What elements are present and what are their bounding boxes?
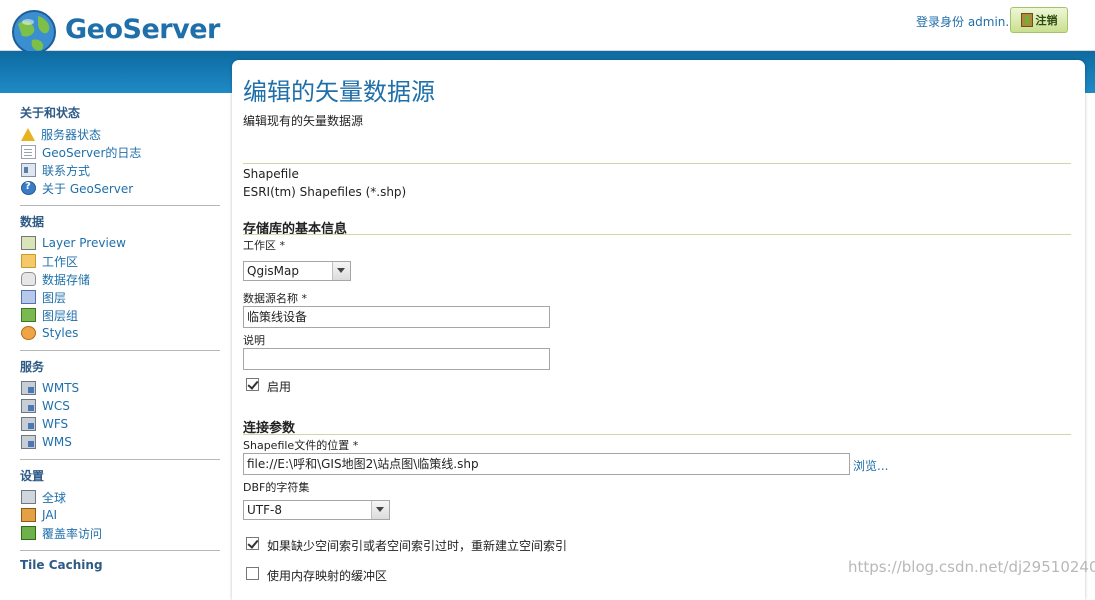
- sidebar-item-wcs[interactable]: WCS: [21, 398, 70, 414]
- section-divider: [20, 205, 220, 206]
- sidebar-item-label: JAI: [42, 508, 58, 522]
- logout-label: 注销: [1035, 14, 1058, 27]
- sidebar-item-label: 工作区: [42, 254, 79, 269]
- divider: [243, 163, 1071, 164]
- sidebar-item-layer-preview[interactable]: Layer Preview: [21, 235, 126, 251]
- sidebar-item-label: WMTS: [42, 381, 80, 395]
- sidebar-item-workspaces[interactable]: 工作区: [21, 253, 78, 269]
- help-icon: [21, 181, 36, 195]
- sidebar-item-label: 图层组: [42, 308, 79, 323]
- divider: [243, 434, 1071, 435]
- sidebar-item-label: 关于 GeoServer: [42, 181, 134, 196]
- sidebar-item-wfs[interactable]: WFS: [21, 416, 68, 432]
- sidebar-item-global[interactable]: 全球: [21, 489, 66, 505]
- store-name-label: 数据源名称 *: [243, 292, 307, 305]
- sidebar-section-about: 关于和状态: [20, 106, 81, 120]
- section-divider: [20, 350, 220, 351]
- description-input[interactable]: [243, 348, 550, 370]
- logout-icon: [1020, 13, 1033, 27]
- store-name-input[interactable]: 临策线设备: [243, 306, 550, 328]
- sidebar-item-label: WCS: [42, 399, 70, 413]
- sidebar-item-label: Styles: [42, 326, 79, 340]
- sidebar-item-label: 图层: [42, 290, 67, 305]
- jai-icon: [21, 508, 36, 522]
- sidebar-section-settings: 设置: [20, 469, 45, 483]
- section-divider: [20, 459, 220, 460]
- server-icon: [21, 490, 36, 504]
- sidebar-item-stores[interactable]: 数据存储: [21, 271, 90, 287]
- workspace-value: QgisMap: [247, 264, 299, 278]
- server-icon: [21, 399, 36, 413]
- sidebar-item-label: 数据存储: [42, 272, 91, 287]
- server-icon: [21, 417, 36, 431]
- sidebar-item-styles[interactable]: Styles: [21, 325, 78, 341]
- app-header: GeoServer 登录身份 admin. 注销: [0, 0, 1095, 54]
- chevron-down-icon: [332, 262, 350, 280]
- database-icon: [21, 272, 36, 286]
- sidebar-item-label: 联系方式: [42, 163, 91, 178]
- sidebar-item-layers[interactable]: 图层: [21, 289, 66, 305]
- main-panel: 编辑的矢量数据源 编辑现有的矢量数据源 Shapefile ESRI(tm) S…: [232, 60, 1085, 600]
- dbf-charset-select[interactable]: UTF-8: [243, 500, 390, 520]
- page-subtitle: 编辑现有的矢量数据源: [243, 114, 364, 128]
- coverage-icon: [21, 526, 36, 540]
- chevron-down-icon: [371, 501, 389, 519]
- logout-button[interactable]: 注销: [1010, 7, 1068, 33]
- store-type-description: ESRI(tm) Shapefiles (*.shp): [243, 185, 407, 199]
- sidebar-item-label: 服务器状态: [41, 127, 102, 142]
- sidebar-item-label: 全球: [42, 490, 67, 505]
- section-divider: [20, 550, 220, 551]
- workspace-select[interactable]: QgisMap: [243, 261, 351, 281]
- store-type-name: Shapefile: [243, 167, 299, 181]
- geoserver-globe-icon: [8, 8, 60, 56]
- palette-icon: [21, 326, 36, 340]
- rebuild-index-checkbox[interactable]: [246, 537, 259, 550]
- sidebar-item-wmts[interactable]: WMTS: [21, 380, 79, 396]
- enabled-label: 启用: [267, 380, 292, 394]
- server-icon: [21, 381, 36, 395]
- sidebar-section-services: 服务: [20, 360, 45, 374]
- sidebar-item-label: WMS: [42, 435, 72, 449]
- sidebar-item-label: GeoServer的日志: [42, 145, 142, 160]
- sidebar-item-wms[interactable]: WMS: [21, 434, 72, 450]
- login-status: 登录身份 admin.: [916, 15, 1010, 29]
- layer-group-icon: [21, 308, 36, 322]
- charset-value: UTF-8: [247, 503, 282, 517]
- dbf-charset-label: DBF的字符集: [243, 481, 310, 494]
- sidebar-item-label: Layer Preview: [42, 236, 126, 250]
- workspace-label: 工作区 *: [243, 239, 285, 252]
- document-icon: [21, 145, 36, 159]
- shapefile-location-input[interactable]: file://E:\呼和\GIS地图2\站点图\临策线.shp: [243, 453, 850, 475]
- shapefile-location-label: Shapefile文件的位置 *: [243, 439, 359, 452]
- memory-mapped-label: 使用内存映射的缓冲区: [267, 569, 388, 583]
- memory-mapped-checkbox[interactable]: [246, 567, 259, 580]
- sidebar-item-jai[interactable]: JAI: [21, 507, 57, 523]
- sidebar-item-about[interactable]: 关于 GeoServer: [21, 180, 133, 196]
- layer-preview-icon: [21, 236, 36, 250]
- sidebar-item-server-status[interactable]: 服务器状态: [21, 126, 101, 142]
- folder-icon: [21, 254, 36, 268]
- sidebar-item-label: WFS: [42, 417, 69, 431]
- watermark: https://blog.csdn.net/dj295102400: [848, 558, 1095, 576]
- sidebar-item-logs[interactable]: GeoServer的日志: [21, 144, 141, 160]
- page-title: 编辑的矢量数据源: [243, 78, 435, 106]
- browse-link[interactable]: 浏览...: [853, 457, 888, 474]
- sidebar-item-contact[interactable]: 联系方式: [21, 162, 90, 178]
- sidebar-item-coverage-access[interactable]: 覆盖率访问: [21, 525, 102, 541]
- sidebar-section-tile-caching: Tile Caching: [20, 558, 103, 572]
- sidebar-item-layer-groups[interactable]: 图层组: [21, 307, 78, 323]
- description-label: 说明: [243, 334, 265, 347]
- brand-name: GeoServer: [65, 14, 220, 45]
- layer-icon: [21, 290, 36, 304]
- warning-icon: [21, 127, 35, 141]
- divider: [243, 234, 1071, 235]
- sidebar: 关于和状态 服务器状态 GeoServer的日志 联系方式 关于 GeoServ…: [0, 93, 232, 585]
- server-icon: [21, 435, 36, 449]
- enabled-checkbox[interactable]: [246, 378, 259, 391]
- sidebar-section-data: 数据: [20, 215, 45, 229]
- sidebar-item-label: 覆盖率访问: [42, 526, 103, 541]
- rebuild-index-label: 如果缺少空间索引或者空间索引过时，重新建立空间索引: [267, 539, 568, 553]
- contact-card-icon: [21, 163, 36, 177]
